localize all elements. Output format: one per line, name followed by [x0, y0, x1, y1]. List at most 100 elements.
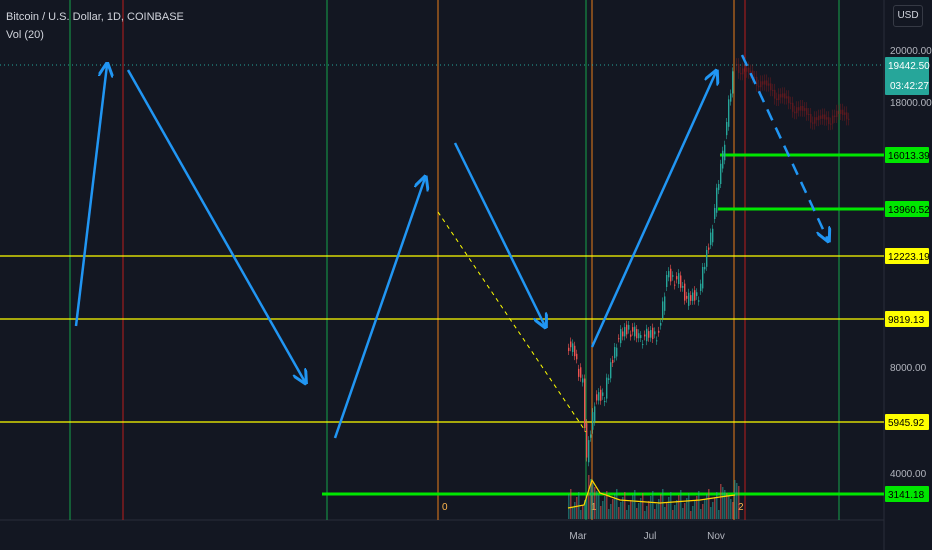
candle-body — [718, 184, 720, 191]
volume-bar — [714, 497, 716, 519]
price-tick-label: 4000.00 — [890, 469, 927, 480]
volume-bar — [676, 500, 678, 519]
volume-bar — [726, 493, 728, 519]
price-level-label: 13960.52 — [888, 205, 930, 216]
volume-bar — [720, 484, 722, 519]
volume-bar — [638, 503, 640, 519]
time-tick-label: Mar — [569, 531, 587, 542]
candle-body — [578, 368, 580, 377]
candle-body — [706, 249, 708, 267]
volume-bar — [700, 509, 702, 519]
volume-bar — [624, 492, 626, 519]
volume-bar — [600, 506, 602, 519]
volume-bar — [674, 505, 676, 519]
candle-body — [712, 228, 714, 243]
volume-bar — [656, 504, 658, 519]
candle-body — [652, 327, 654, 340]
candle-body — [600, 389, 602, 401]
price-level-label: 5945.92 — [888, 418, 925, 429]
price-level-label: 9819.13 — [888, 315, 925, 326]
candle-body — [646, 328, 648, 342]
candle-body — [592, 412, 594, 430]
candle-body — [656, 340, 658, 342]
volume-bar — [692, 506, 694, 519]
volume-bar — [630, 500, 632, 519]
volume-bar — [568, 494, 570, 519]
candle-body — [624, 327, 626, 337]
volume-bar — [660, 494, 662, 519]
candle-body — [684, 283, 686, 301]
candle-body — [700, 283, 702, 291]
volume-bar — [730, 499, 732, 519]
volume-bar — [694, 501, 696, 519]
candle-body — [584, 378, 586, 428]
volume-bar — [588, 475, 590, 519]
candle-body — [640, 335, 642, 338]
time-tick-label: Nov — [707, 531, 725, 542]
time-tick-label: Jul — [644, 531, 657, 542]
volume-bar — [570, 489, 572, 519]
candle-body — [634, 326, 636, 337]
candle-body — [598, 392, 600, 401]
candle-body — [580, 367, 582, 378]
volume-bar — [652, 491, 654, 519]
volume-bar — [696, 496, 698, 519]
candle-body — [630, 334, 632, 337]
volume-bar — [684, 503, 686, 519]
candle-body — [724, 144, 726, 161]
volume-bar — [596, 491, 598, 519]
candle-body — [638, 333, 640, 339]
volume-bar — [636, 508, 638, 519]
candle-body — [594, 406, 596, 422]
currency-button[interactable]: USD — [893, 5, 923, 27]
volume-bar — [734, 480, 736, 519]
candle-body — [680, 275, 682, 288]
volume-bar — [708, 489, 710, 519]
candle-body — [690, 295, 692, 301]
volume-bar — [682, 508, 684, 519]
dashed-trendline — [437, 211, 587, 433]
trend-arrow — [333, 178, 425, 439]
projected-trend-arrow — [740, 54, 828, 240]
candle-body — [688, 292, 690, 306]
volume-bar — [626, 510, 628, 519]
volume-bar — [736, 483, 738, 519]
price-tick-label: 18000.00 — [890, 98, 932, 109]
volume-bar — [610, 504, 612, 519]
volume-bar — [702, 504, 704, 519]
volume-bar — [664, 507, 666, 519]
candles — [568, 67, 734, 467]
candle-body — [676, 276, 678, 280]
candle-body — [722, 150, 724, 169]
candle-body — [708, 247, 710, 250]
candle-body — [658, 330, 660, 333]
volume-bar — [592, 483, 594, 519]
candle-body — [602, 392, 604, 396]
volume-bar — [604, 496, 606, 519]
candle-body — [608, 378, 610, 381]
price-chart[interactable]: 16013.39 13960.52 12223.19 9819.13 5945.92 31… — [0, 0, 932, 550]
cycle-marker: 0 — [442, 502, 448, 513]
candle-body — [698, 300, 700, 302]
candle-body — [674, 284, 676, 286]
indicator-label: Vol (20) — [6, 29, 44, 41]
volume-bar — [598, 495, 600, 519]
candle-body — [648, 331, 650, 338]
price-level-label: 16013.39 — [888, 151, 930, 162]
candle-body — [642, 344, 644, 346]
candle-body — [572, 343, 574, 352]
candle-body — [710, 232, 712, 245]
volume-bar — [672, 510, 674, 519]
candle-body — [568, 347, 570, 352]
volume-bar — [688, 493, 690, 519]
candle-body — [692, 292, 694, 301]
volume-bar — [654, 509, 656, 519]
volume-bar — [718, 510, 720, 519]
candle-body — [586, 423, 588, 458]
volume-bar — [732, 502, 734, 519]
volume-bar — [698, 491, 700, 519]
trend-arrow — [453, 142, 545, 326]
candle-body — [730, 93, 732, 102]
volume-bar — [572, 507, 574, 519]
volume-bar — [642, 493, 644, 519]
